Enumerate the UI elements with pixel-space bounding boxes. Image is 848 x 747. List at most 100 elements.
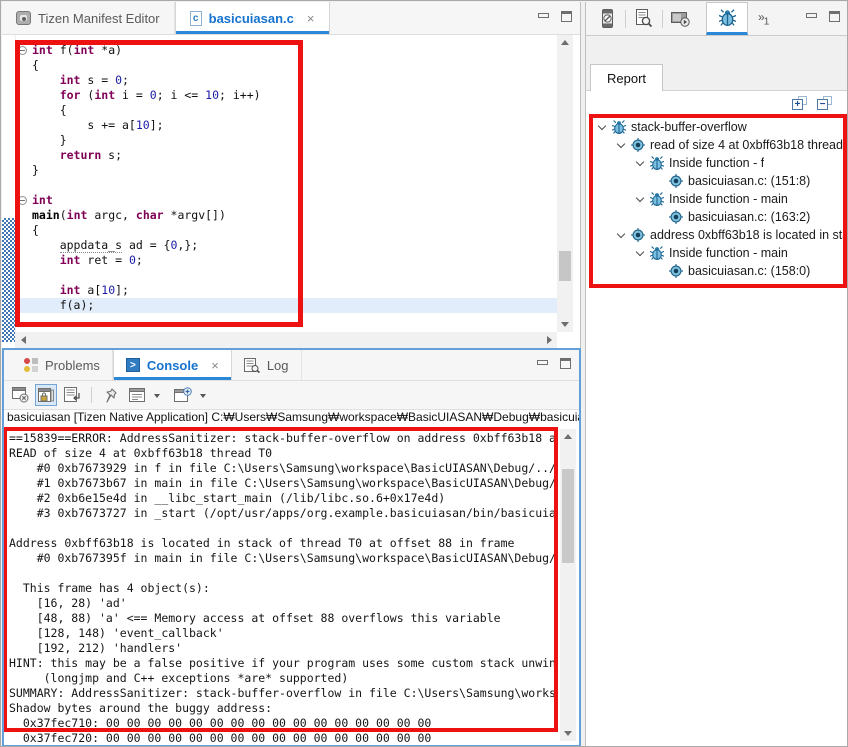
code-token: ret = <box>80 253 128 267</box>
tree-item[interactable]: basicuiasan.c: (158:0) <box>593 262 843 280</box>
dropdown-caret-icon[interactable] <box>154 394 160 401</box>
tree-item[interactable]: Inside function - main <box>593 190 843 208</box>
console-output[interactable]: ==15839==ERROR: AddressSanitizer: stack-… <box>4 427 579 745</box>
code-editor[interactable]: int f(int *a){ int s = 0; for (int i = 0… <box>2 35 580 348</box>
code-line[interactable]: { <box>16 223 557 238</box>
editor-vertical-scrollbar[interactable] <box>557 35 573 332</box>
editor-horizontal-scrollbar[interactable] <box>16 332 557 348</box>
code-token: for <box>60 88 81 102</box>
scroll-down-icon[interactable] <box>561 322 569 327</box>
chevron-expanded-icon[interactable] <box>636 247 644 255</box>
panel-gap <box>586 36 848 63</box>
maximize-icon[interactable] <box>561 11 572 22</box>
log-view-icon[interactable] <box>631 6 657 32</box>
range-indicator-hatch <box>2 218 15 342</box>
code-line[interactable]: return s; <box>16 148 557 163</box>
console-vertical-scrollbar[interactable] <box>560 429 576 741</box>
tree-item[interactable]: basicuiasan.c: (163:2) <box>593 208 843 226</box>
chevron-expanded-icon[interactable] <box>617 139 625 147</box>
tree-item-label: basicuiasan.c: (151:8) <box>688 174 810 188</box>
word-wrap-icon[interactable] <box>61 384 83 406</box>
console-line <box>9 521 557 536</box>
console-line: SUMMARY: AddressSanitizer: stack-buffer-… <box>9 686 557 701</box>
code-line[interactable]: for (int i = 0; i <= 10; i++) <box>16 88 557 103</box>
console-line: #3 0xb7673727 in _start (/opt/usr/apps/o… <box>9 506 557 521</box>
emulator-manager-icon[interactable] <box>668 6 694 32</box>
console-line: Shadow bytes around the buggy address: <box>9 701 557 716</box>
code-line[interactable] <box>16 178 557 193</box>
tab-console[interactable]: > Console × <box>113 350 232 380</box>
chevron-expanded-icon[interactable] <box>636 157 644 165</box>
code-line[interactable]: int a[10]; <box>16 283 557 298</box>
tizen-studio-window: Tizen Manifest Editor c basicuiasan.c × … <box>0 0 848 747</box>
scroll-left-icon[interactable] <box>21 336 26 344</box>
fold-collapse-icon[interactable] <box>18 196 27 205</box>
tab-report[interactable]: Report <box>590 64 663 91</box>
console-line: READ of size 4 at 0xbff63b18 thread T0 <box>9 446 557 461</box>
maximize-icon[interactable] <box>829 11 840 22</box>
chevron-expanded-icon[interactable] <box>617 229 625 237</box>
dropdown-caret-icon[interactable] <box>200 394 206 401</box>
tab-tizen-manifest-editor[interactable]: Tizen Manifest Editor <box>2 2 175 34</box>
code-line[interactable]: int <box>16 193 557 208</box>
minimize-icon[interactable] <box>806 13 817 18</box>
tree-item[interactable]: address 0xbff63b18 is located in stack <box>593 226 843 244</box>
console-line: [128, 148) 'event_callback' <box>9 626 557 641</box>
code-line[interactable]: s += a[10]; <box>16 118 557 133</box>
scroll-lock-icon[interactable] <box>35 384 57 406</box>
fold-collapse-icon[interactable] <box>18 46 27 55</box>
tab-log[interactable]: Log <box>232 350 302 380</box>
connection-explorer-icon[interactable] <box>594 6 620 32</box>
tab-basicuiasan-c[interactable]: c basicuiasan.c × <box>175 2 330 34</box>
code-token: argc, <box>87 208 135 222</box>
display-selected-console-icon[interactable] <box>126 384 148 406</box>
code-line[interactable]: { <box>16 58 557 73</box>
code-token: ( <box>60 208 67 222</box>
tree-item-label: basicuiasan.c: (158:0) <box>688 264 810 278</box>
scroll-up-icon[interactable] <box>564 434 572 439</box>
tree-item-label: basicuiasan.c: (163:2) <box>688 210 810 224</box>
tree-item[interactable]: Inside function - f <box>593 154 843 172</box>
chevron-expanded-icon[interactable] <box>636 193 644 201</box>
pin-console-icon[interactable] <box>100 384 122 406</box>
collapse-all-button[interactable]: − <box>817 96 832 110</box>
toolbar-overflow-chevron[interactable]: »1 <box>758 10 768 27</box>
code-line[interactable]: int f(int *a) <box>16 43 557 58</box>
code-line[interactable]: int ret = 0; <box>16 253 557 268</box>
chevron-expanded-icon[interactable] <box>598 121 606 129</box>
minimize-icon[interactable] <box>538 13 549 18</box>
tree-item-label: Inside function - main <box>669 246 788 260</box>
toolbar-separator <box>91 387 92 403</box>
close-console-icon[interactable] <box>9 384 31 406</box>
console-line: This frame has 4 object(s): <box>9 581 557 596</box>
tree-item[interactable]: read of size 4 at 0xbff63b18 thread T0 <box>593 136 843 154</box>
minimize-icon[interactable] <box>537 360 548 365</box>
console-line: HINT: this may be a false positive if yo… <box>9 656 557 671</box>
code-line[interactable]: appdata_s ad = {0,}; <box>16 238 557 253</box>
scrollbar-thumb[interactable] <box>562 469 574 563</box>
tree-item[interactable]: Inside function - main <box>593 244 843 262</box>
close-tab-icon[interactable]: × <box>307 11 315 26</box>
code-line[interactable]: } <box>16 133 557 148</box>
scrollbar-thumb[interactable] <box>559 251 571 281</box>
tree-item[interactable]: stack-buffer-overflow <box>593 118 843 136</box>
tab-problems[interactable]: Problems <box>12 350 113 380</box>
open-console-icon[interactable] <box>172 384 194 406</box>
code-token <box>32 253 60 267</box>
dynamic-analyzer-icon[interactable] <box>706 2 748 35</box>
close-tab-icon[interactable]: × <box>211 358 219 373</box>
tree-item[interactable]: basicuiasan.c: (151:8) <box>593 172 843 190</box>
code-line[interactable]: } <box>16 163 557 178</box>
code-line[interactable]: f(a); <box>16 298 557 313</box>
code-line[interactable] <box>16 268 557 283</box>
code-line[interactable]: int s = 0; <box>16 73 557 88</box>
scroll-down-icon[interactable] <box>564 731 572 736</box>
editor-tabbar: Tizen Manifest Editor c basicuiasan.c × <box>2 2 580 35</box>
maximize-icon[interactable] <box>560 358 571 369</box>
expand-all-button[interactable]: + <box>792 96 807 110</box>
scroll-right-icon[interactable] <box>547 336 552 344</box>
code-line[interactable]: main(int argc, char *argv[]) <box>16 208 557 223</box>
code-token: s = <box>80 73 115 87</box>
code-line[interactable]: { <box>16 103 557 118</box>
scroll-up-icon[interactable] <box>561 40 569 45</box>
